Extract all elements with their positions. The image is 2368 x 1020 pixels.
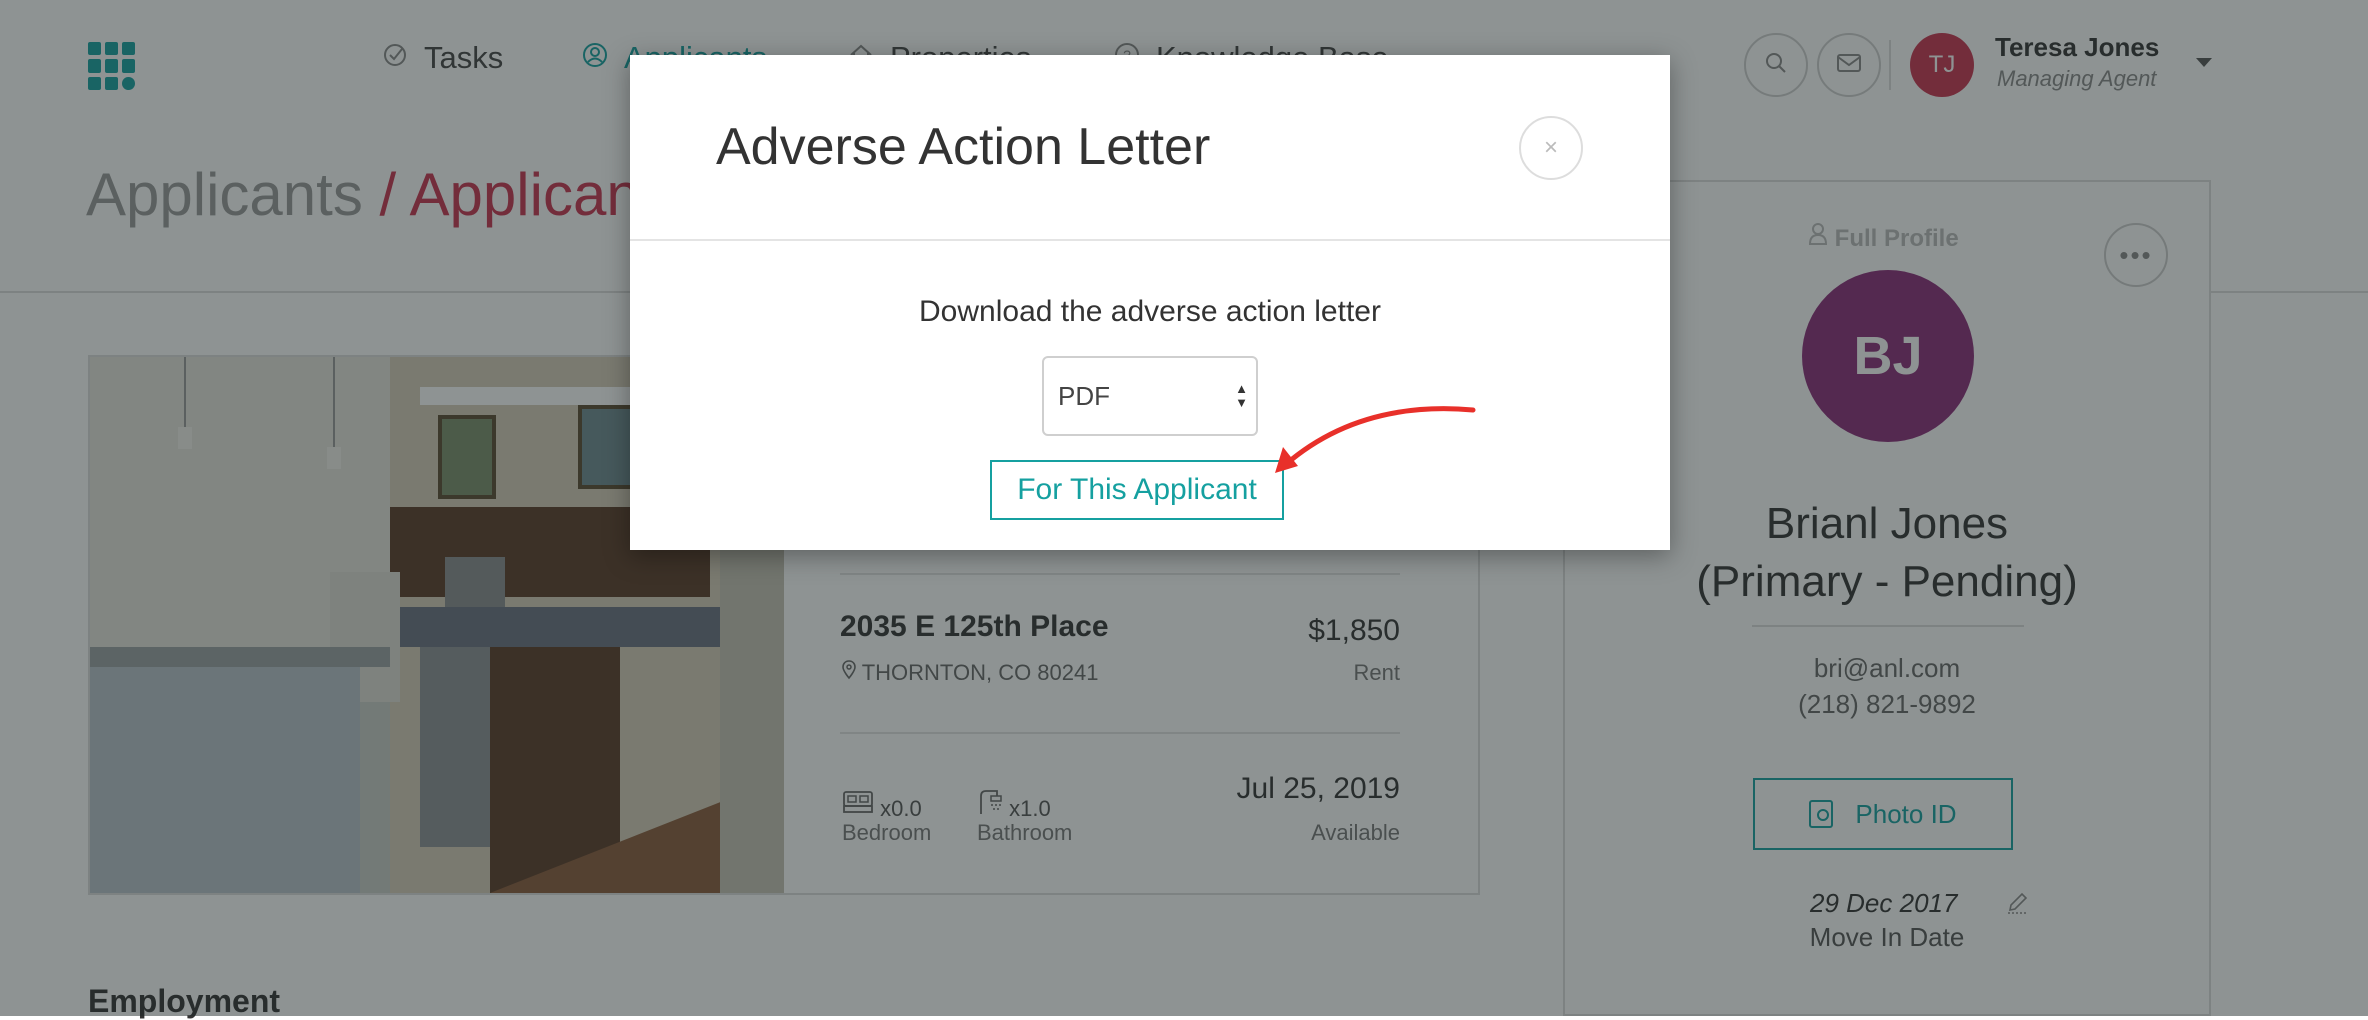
modal-divider <box>630 239 1670 241</box>
format-select-value: PDF <box>1058 380 1110 411</box>
select-arrows-icon: ▲ ▼ <box>1235 381 1248 410</box>
close-button[interactable]: × <box>1519 116 1583 180</box>
format-select[interactable]: PDF ▲ ▼ <box>1042 356 1258 436</box>
modal-title: Adverse Action Letter <box>716 118 1211 176</box>
modal-description: Download the adverse action letter <box>919 295 1381 328</box>
for-this-applicant-button[interactable]: For This Applicant <box>990 460 1284 520</box>
close-icon: × <box>1543 134 1558 161</box>
adverse-action-modal: Adverse Action Letter × Download the adv… <box>630 55 1670 550</box>
